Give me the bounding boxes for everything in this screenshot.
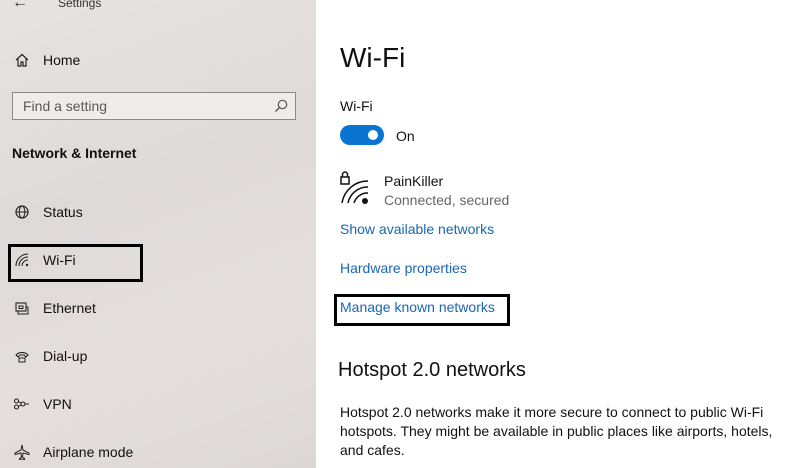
search-box[interactable] (12, 92, 296, 120)
vpn-icon (12, 394, 32, 414)
wifi-toggle-label: Wi-Fi (340, 98, 373, 114)
sidebar-item-label: Airplane mode (43, 444, 134, 460)
hotspot-heading: Hotspot 2.0 networks (338, 359, 526, 381)
sidebar: ← Settings Home Network & Internet Statu… (0, 0, 316, 468)
globe-icon (12, 202, 32, 222)
wifi-toggle-state: On (396, 128, 415, 144)
sidebar-item-label: VPN (43, 396, 72, 412)
ethernet-icon (12, 298, 32, 318)
sidebar-item-ethernet[interactable]: Ethernet (12, 294, 96, 322)
back-arrow-icon[interactable]: ← (12, 0, 28, 12)
sidebar-item-airplane-mode[interactable]: Airplane mode (12, 438, 133, 466)
wifi-toggle[interactable] (340, 125, 384, 145)
section-heading: Network & Internet (12, 145, 137, 161)
dial-up-icon (12, 346, 32, 366)
sidebar-item-label: Ethernet (43, 300, 96, 316)
hotspot-description: Hotspot 2.0 networks make it more secure… (340, 404, 773, 458)
search-input[interactable] (13, 97, 265, 115)
sidebar-item-vpn[interactable]: VPN (12, 390, 72, 418)
search-icon[interactable] (273, 98, 289, 119)
sidebar-item-label: Status (43, 204, 83, 220)
home-icon (12, 50, 32, 70)
page-title: Wi-Fi (340, 42, 406, 73)
show-available-networks-link[interactable]: Show available networks (340, 221, 494, 237)
toggle-knob (368, 130, 378, 140)
wifi-annotation-box (8, 244, 143, 282)
hardware-properties-link[interactable]: Hardware properties (340, 260, 467, 276)
manage-networks-annotation-box (334, 294, 510, 326)
sidebar-item-status[interactable]: Status (12, 198, 83, 226)
main-content: Wi-Fi Wi-Fi On PainKiller Connected, sec… (316, 0, 795, 468)
window-title: Settings (58, 0, 102, 10)
secured-wifi-icon (338, 169, 374, 209)
sidebar-item-dial-up[interactable]: Dial-up (12, 342, 87, 370)
network-status: Connected, secured (384, 192, 510, 208)
network-name: PainKiller (384, 173, 444, 189)
nav-home[interactable]: Home (12, 46, 80, 74)
airplane-icon (12, 442, 32, 462)
sidebar-item-label: Dial-up (43, 348, 88, 364)
nav-home-label: Home (43, 52, 81, 68)
